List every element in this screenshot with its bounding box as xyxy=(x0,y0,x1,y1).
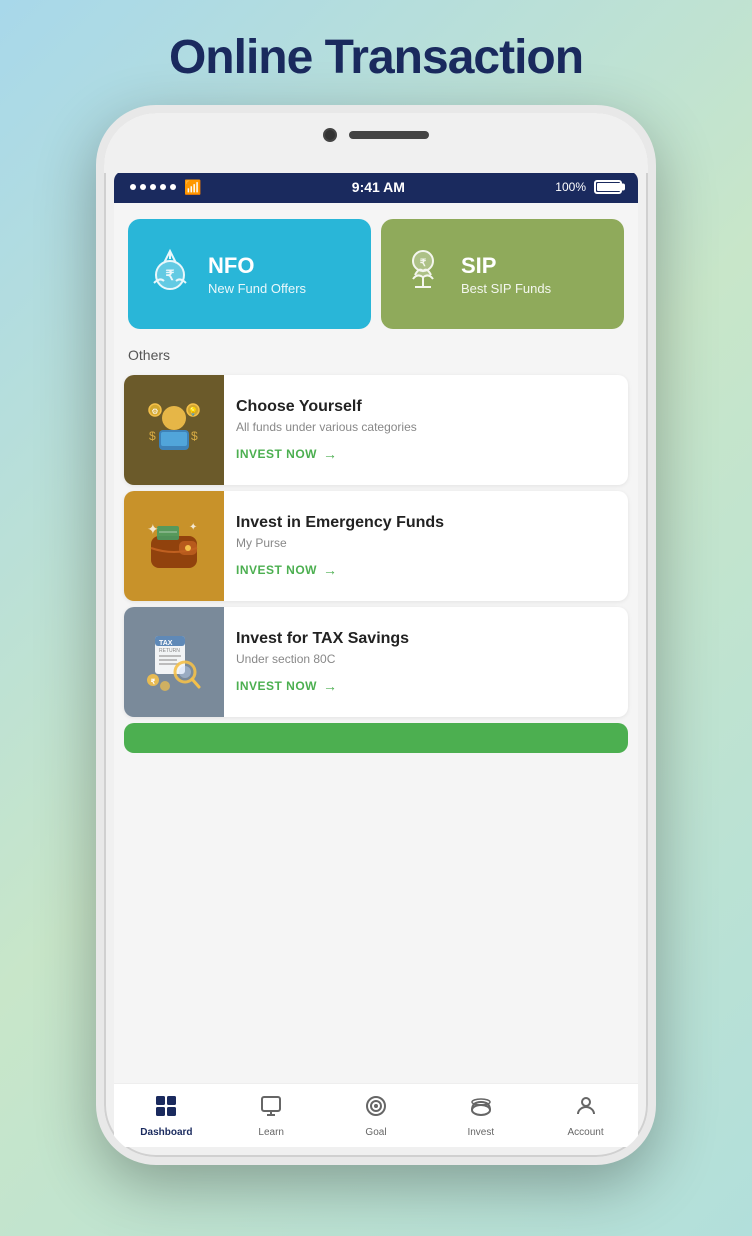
choose-yourself-cta-label: INVEST NOW xyxy=(236,447,317,461)
arrow-icon: → xyxy=(323,678,338,694)
signal-dot xyxy=(170,184,176,190)
account-label: Account xyxy=(568,1127,604,1138)
emergency-funds-content: Invest in Emergency Funds My Purse INVES… xyxy=(224,491,628,601)
learn-icon xyxy=(259,1094,283,1124)
phone-frame: 📶 9:41 AM 100% ₹ xyxy=(96,105,656,1165)
emergency-funds-title: Invest in Emergency Funds xyxy=(236,514,616,532)
battery-icon xyxy=(594,180,622,194)
sip-subtitle: Best SIP Funds xyxy=(461,281,551,296)
svg-text:TAX: TAX xyxy=(159,640,173,647)
list-item-choose-yourself[interactable]: ⚙ 💡 $ $ Choose Yourself All funds under … xyxy=(124,375,628,485)
svg-text:✦: ✦ xyxy=(147,521,159,537)
signal-dot xyxy=(140,184,146,190)
invest-icon xyxy=(469,1094,493,1124)
sip-text: SIP Best SIP Funds xyxy=(461,253,551,296)
choose-yourself-image: ⚙ 💡 $ $ xyxy=(124,375,224,485)
nfo-title: NFO xyxy=(208,253,306,279)
bottom-nav: Dashboard Learn xyxy=(114,1083,638,1147)
goal-label: Goal xyxy=(365,1127,386,1138)
signal-dot xyxy=(150,184,156,190)
camera xyxy=(323,128,337,142)
battery-fill xyxy=(597,183,621,191)
svg-text:₹: ₹ xyxy=(151,678,156,686)
signal-dot xyxy=(160,184,166,190)
sip-card[interactable]: ₹ SIP Best SIP Funds xyxy=(381,219,624,329)
account-icon xyxy=(574,1094,598,1124)
tax-savings-title: Invest for TAX Savings xyxy=(236,630,616,648)
emergency-funds-cta-label: INVEST NOW xyxy=(236,563,317,577)
page-title: Online Transaction xyxy=(169,30,583,85)
nav-item-dashboard[interactable]: Dashboard xyxy=(114,1094,219,1138)
learn-label: Learn xyxy=(258,1127,284,1138)
dashboard-label: Dashboard xyxy=(140,1127,192,1138)
emergency-funds-subtitle: My Purse xyxy=(236,536,616,550)
emergency-funds-cta[interactable]: INVEST NOW → xyxy=(236,562,616,578)
choose-yourself-content: Choose Yourself All funds under various … xyxy=(224,375,628,485)
nav-item-invest[interactable]: Invest xyxy=(428,1094,533,1138)
list-item-emergency-funds[interactable]: ✦ ✦ Invest in Emergency Funds My Purse I… xyxy=(124,491,628,601)
svg-text:₹: ₹ xyxy=(420,258,427,269)
svg-text:💡: 💡 xyxy=(188,406,198,416)
phone-top-bar xyxy=(323,128,429,142)
nav-item-learn[interactable]: Learn xyxy=(219,1094,324,1138)
nfo-icon: ₹ xyxy=(144,243,196,305)
invest-label: Invest xyxy=(467,1127,494,1138)
svg-text:$: $ xyxy=(191,429,198,443)
tax-savings-cta[interactable]: INVEST NOW → xyxy=(236,678,616,694)
sip-title: SIP xyxy=(461,253,551,279)
tax-savings-content: Invest for TAX Savings Under section 80C… xyxy=(224,607,628,717)
signal-dot xyxy=(130,184,136,190)
screen-content[interactable]: ₹ NFO New Fund Offers xyxy=(114,203,638,1083)
choose-yourself-subtitle: All funds under various categories xyxy=(236,420,616,434)
others-section-label: Others xyxy=(114,337,638,369)
status-time: 9:41 AM xyxy=(352,179,405,195)
status-bar: 📶 9:41 AM 100% xyxy=(114,171,638,203)
nav-item-account[interactable]: Account xyxy=(533,1094,638,1138)
signal-area: 📶 xyxy=(130,179,201,196)
choose-yourself-title: Choose Yourself xyxy=(236,398,616,416)
sip-icon: ₹ xyxy=(397,243,449,305)
tax-savings-subtitle: Under section 80C xyxy=(236,652,616,666)
tax-savings-image: TAX RETURN ₹ xyxy=(124,607,224,717)
nfo-card[interactable]: ₹ NFO New Fund Offers xyxy=(128,219,371,329)
nfo-subtitle: New Fund Offers xyxy=(208,281,306,296)
arrow-icon: → xyxy=(323,446,338,462)
svg-text:₹: ₹ xyxy=(166,267,175,283)
wifi-icon: 📶 xyxy=(184,179,201,196)
emergency-funds-image: ✦ ✦ xyxy=(124,491,224,601)
nfo-text: NFO New Fund Offers xyxy=(208,253,306,296)
speaker xyxy=(349,131,429,139)
svg-text:⚙: ⚙ xyxy=(151,407,158,416)
phone-screen: 📶 9:41 AM 100% ₹ xyxy=(114,171,638,1147)
partial-card xyxy=(124,723,628,753)
battery-area: 100% xyxy=(555,180,622,194)
battery-percent: 100% xyxy=(555,180,586,194)
svg-text:$: $ xyxy=(149,429,156,443)
svg-text:✦: ✦ xyxy=(189,522,197,533)
dashboard-icon xyxy=(154,1094,178,1124)
arrow-icon: → xyxy=(323,562,338,578)
top-cards-row: ₹ NFO New Fund Offers xyxy=(114,203,638,337)
nav-item-goal[interactable]: Goal xyxy=(324,1094,429,1138)
tax-savings-cta-label: INVEST NOW xyxy=(236,679,317,693)
list-item-tax-savings[interactable]: TAX RETURN ₹ xyxy=(124,607,628,717)
choose-yourself-cta[interactable]: INVEST NOW → xyxy=(236,446,616,462)
svg-text:RETURN: RETURN xyxy=(159,648,180,654)
goal-icon xyxy=(364,1094,388,1124)
